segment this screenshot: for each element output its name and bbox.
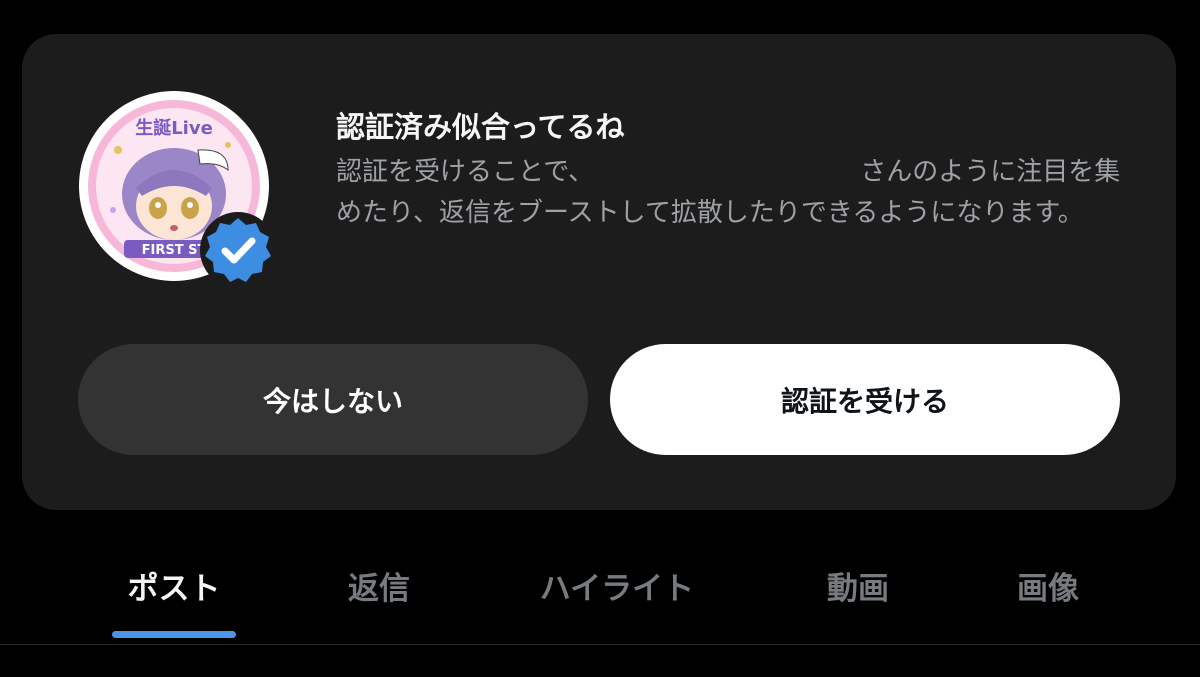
tab-posts-label: ポスト — [127, 570, 221, 607]
not-now-button[interactable]: 今はしない — [78, 344, 588, 455]
tab-replies-label: 返信 — [348, 570, 410, 607]
get-verified-button[interactable]: 認証を受ける — [610, 344, 1120, 455]
verified-badge-icon — [198, 210, 278, 290]
description-part-1: 認証を受けることで、 — [336, 157, 595, 187]
tab-highlights-label: ハイライト — [539, 570, 695, 607]
verification-prompt-card: 生誕Live FIRST ST 認証済み似合ってるね 認証を受けることで、 さんの… — [22, 34, 1176, 510]
tabs-divider — [0, 644, 1200, 645]
tab-images-label: 画像 — [1017, 570, 1079, 607]
tab-posts[interactable]: ポスト — [112, 530, 236, 640]
tab-images[interactable]: 画像 — [1002, 530, 1094, 640]
profile-tabs: ポスト 返信 ハイライト 動画 画像 — [0, 530, 1200, 644]
tab-replies[interactable]: 返信 — [334, 530, 424, 640]
active-tab-underline — [112, 631, 236, 638]
tab-videos-label: 動画 — [827, 570, 889, 607]
tab-videos[interactable]: 動画 — [812, 530, 904, 640]
prompt-title: 認証済み似合ってるね — [336, 110, 625, 144]
avatar-badge-top-text: 生誕Live — [135, 117, 213, 139]
prompt-description: 認証を受けることで、 さんのように注目を集めたり、返信をブーストして拡散したりでき… — [336, 152, 1126, 234]
tab-highlights[interactable]: ハイライト — [526, 530, 708, 640]
avatar-badge-bottom-text: FIRST ST — [142, 243, 207, 258]
